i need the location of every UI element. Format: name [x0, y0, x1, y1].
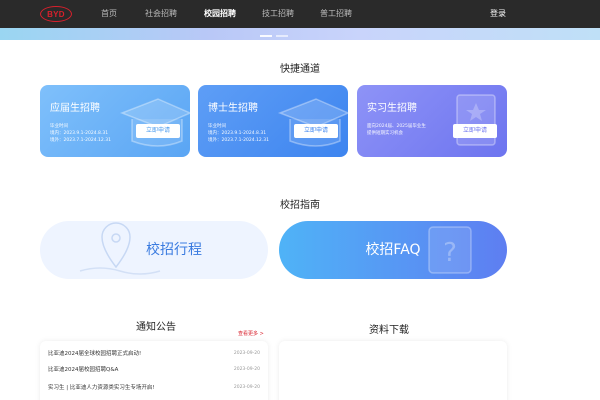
nav-item-social-recruitment[interactable]: 社会招聘: [145, 0, 177, 28]
graduation-cap-icon: [277, 98, 348, 147]
card-title: 博士生招聘: [208, 103, 258, 114]
downloads-panel: [279, 341, 507, 400]
graduation-cap-icon: [119, 98, 190, 147]
card-desc: 毕业时间 境内：2023.9.1-2024.8.31 境外：2023.7.1-2…: [208, 123, 269, 144]
byd-logo[interactable]: BYD: [40, 6, 72, 22]
book-star-icon: [456, 94, 496, 146]
nav-item-campus-recruitment[interactable]: 校园招聘: [204, 0, 236, 28]
notice-panel: 比亚迪2024届全球校园招聘正式启动! 2023-09-20 比亚迪2024届校…: [40, 341, 268, 400]
card-desc: 毕业时间 境内：2023.9.1-2024.8.31 境外：2023.7.1-2…: [50, 123, 111, 144]
list-item[interactable]: 实习生 | 比亚迪人力资源类实习生专场开启! 2023-09-20: [48, 384, 260, 392]
apply-now-button[interactable]: 立即申请: [136, 124, 180, 138]
card-label: 校招FAQ: [365, 242, 421, 258]
banner-indicator-1[interactable]: [260, 35, 272, 37]
logo-text: BYD: [47, 9, 65, 19]
notice-text: 比亚迪2024届全球校园招聘正式启动!: [48, 351, 142, 357]
apply-now-button[interactable]: 立即申请: [294, 124, 338, 138]
card-graduate-recruitment[interactable]: 应届生招聘 毕业时间 境内：2023.9.1-2024.8.31 境外：2023…: [40, 85, 190, 157]
nav-item-worker-recruitment[interactable]: 普工招聘: [320, 0, 352, 28]
top-navigation-bar: BYD 首页 社会招聘 校园招聘 技工招聘 普工招聘 登录: [0, 0, 600, 28]
card-title: 实习生招聘: [367, 103, 417, 114]
notice-date: 2023-09-20: [233, 385, 260, 390]
card-label: 校招行程: [146, 242, 202, 258]
card-intern-recruitment[interactable]: 实习生招聘 面向2024届、2025届毕业生 提供短期实习机会 立即申请: [357, 85, 507, 157]
desc-line: 境内：2023.9.1-2024.8.31: [50, 131, 109, 136]
desc-line: 面向2024届、2025届毕业生: [367, 124, 426, 129]
campus-guide-title: 校招指南: [280, 200, 320, 211]
notice-text: 比亚迪2024届校园招聘Q&A: [48, 367, 119, 373]
desc-line: 境内：2023.9.1-2024.8.31: [208, 131, 267, 136]
downloads-title: 资料下载: [369, 325, 409, 336]
desc-line: 毕业时间: [50, 124, 68, 129]
card-desc: 面向2024届、2025届毕业生 提供短期实习机会: [367, 123, 426, 137]
campus-schedule-card[interactable]: 校招行程: [40, 221, 268, 279]
banner-image: [0, 28, 600, 40]
card-phd-recruitment[interactable]: 博士生招聘 毕业时间 境内：2023.9.1-2024.8.31 境外：2023…: [198, 85, 348, 157]
list-item[interactable]: 比亚迪2024届校园招聘Q&A 2023-09-20: [48, 366, 260, 374]
nav-item-technician-recruitment[interactable]: 技工招聘: [262, 0, 294, 28]
nav-item-home[interactable]: 首页: [101, 0, 117, 28]
notice-text: 实习生 | 比亚迪人力资源类实习生专场开启!: [48, 385, 155, 391]
desc-line: 提供短期实习机会: [367, 131, 403, 136]
desc-line: 境外：2023.7.1-2024.12.31: [208, 138, 269, 143]
notice-date: 2023-09-20: [233, 367, 260, 372]
list-item[interactable]: 比亚迪2024届全球校园招聘正式启动! 2023-09-20: [48, 350, 260, 358]
desc-line: 毕业时间: [208, 124, 226, 129]
banner-indicator-2[interactable]: [276, 35, 288, 37]
apply-now-button[interactable]: 立即申请: [453, 124, 497, 138]
campus-faq-card[interactable]: ? 校招FAQ: [279, 221, 507, 279]
quick-channel-title: 快捷通道: [280, 64, 320, 75]
desc-line: 境外：2023.7.1-2024.12.31: [50, 138, 111, 143]
login-link[interactable]: 登录: [490, 0, 506, 28]
card-title: 应届生招聘: [50, 103, 100, 114]
notice-date: 2023-09-20: [233, 351, 260, 356]
